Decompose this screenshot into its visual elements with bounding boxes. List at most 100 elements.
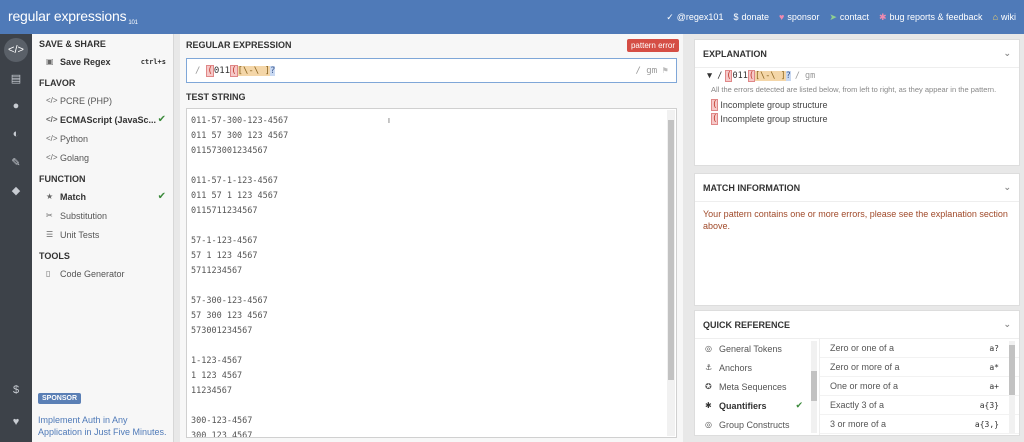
- regex-token-class: [\-\ ]: [237, 65, 271, 76]
- bug-report-link[interactable]: ✱ bug reports & feedback: [879, 12, 983, 23]
- anchor-icon: ⚓: [705, 363, 713, 372]
- code-icon: </>: [46, 153, 58, 162]
- test-string-line: 300 123 4567: [191, 431, 253, 438]
- test-string-line: [191, 159, 676, 174]
- quickref-token-row[interactable]: Exactly 3 of a a{3}: [820, 396, 1019, 415]
- flavor-ecmascript[interactable]: </> ECMAScript (JavaSc... ✔: [32, 110, 173, 129]
- function-match[interactable]: ★ Match ✔: [32, 187, 173, 206]
- save-regex-button[interactable]: ▣ Save Regex ctrl+s: [32, 52, 173, 71]
- quickref-group-constructs[interactable]: ◎ Group Constructs: [695, 415, 819, 434]
- chat-icon[interactable]: ◆: [4, 178, 28, 202]
- flag-icon[interactable]: ⚑: [663, 66, 668, 76]
- test-scrollbar[interactable]: [667, 110, 675, 436]
- flavor-python[interactable]: </> Python: [32, 129, 173, 148]
- user-icon[interactable]: ●: [4, 94, 28, 118]
- scrollbar-thumb[interactable]: [811, 371, 817, 401]
- contact-link[interactable]: ➤ contact: [829, 12, 869, 23]
- top-links: ✓ @regex101 $ donate ♥ sponsor ➤ contact ✱ bu…: [666, 12, 1016, 23]
- match-error-message: Your pattern contains one or more errors…: [703, 209, 1008, 231]
- top-bar: regular expressions 101 ✓ @regex101 $ donat…: [0, 0, 1024, 34]
- right-panel: EXPLANATION ⌄ ▼ / (011([\-\ ]? / gm All t…: [689, 34, 1024, 442]
- bug-icon: ✱: [878, 11, 887, 22]
- regex-input[interactable]: / ( 011 ( [\-\ ] ? / gm ⚑: [186, 58, 677, 83]
- regex-label: REGULAR EXPRESSION: [186, 40, 292, 50]
- left-panel: SAVE & SHARE ▣ Save Regex ctrl+s FLAVOR …: [32, 34, 174, 442]
- donate-link[interactable]: $ donate: [733, 12, 769, 22]
- quickref-meta-sequences[interactable]: ✪ Meta Sequences: [695, 377, 819, 396]
- lifebuoy-icon: ✪: [705, 382, 712, 391]
- library-icon[interactable]: ▤: [4, 66, 28, 90]
- quickref-general-tokens[interactable]: ◎ General Tokens: [695, 339, 819, 358]
- test-string-line: 011-57-300-123-4567: [191, 116, 289, 126]
- match-info-header[interactable]: MATCH INFORMATION ⌄: [695, 174, 1019, 202]
- pattern-error-badge: pattern error: [626, 39, 679, 52]
- flavor-pcre[interactable]: </> PCRE (PHP): [32, 91, 173, 110]
- site-logo[interactable]: regular expressions 101: [8, 8, 138, 26]
- wrench-icon[interactable]: ✎: [4, 150, 28, 174]
- twitter-icon: ✓: [666, 11, 674, 22]
- quickref-token-row[interactable]: Zero or one of a a?: [820, 339, 1019, 358]
- tools-heading: TOOLS: [39, 251, 70, 261]
- test-string-line: [191, 399, 676, 414]
- chevron-down-icon[interactable]: ⌄: [1003, 182, 1011, 193]
- function-unit-tests[interactable]: ☰ Unit Tests: [32, 225, 173, 244]
- bank-icon: ⌂: [992, 12, 998, 22]
- chevron-down-icon[interactable]: ⌄: [1003, 48, 1011, 59]
- quickref-quantifiers[interactable]: ✱ Quantifiers ✔: [695, 396, 819, 415]
- function-substitution[interactable]: ✂ Substitution: [32, 206, 173, 225]
- quick-reference-card: QUICK REFERENCE ⌄ ◎ General Tokens ⚓ Anchor…: [694, 310, 1020, 436]
- explanation-pattern-row[interactable]: ▼ / (011([\-\ ]? / gm: [695, 68, 1019, 82]
- quickref-token-row[interactable]: One or more of a a+: [820, 377, 1019, 396]
- sponsor-link[interactable]: ♥ sponsor: [779, 12, 819, 22]
- regex-token-quantifier: ?: [270, 65, 276, 76]
- test-string-line: [191, 339, 676, 354]
- test-string-line: 011573001234567: [191, 146, 268, 156]
- code-icon: </>: [46, 115, 58, 124]
- test-string-label: TEST STRING: [186, 92, 246, 102]
- heart-icon[interactable]: ♥: [4, 410, 28, 434]
- scrollbar-thumb[interactable]: [668, 120, 674, 380]
- save-share-heading: SAVE & SHARE: [39, 39, 106, 49]
- target-icon: ◎: [705, 344, 712, 353]
- quickref-token-row[interactable]: 3 or more of a a{3,}: [820, 415, 1019, 434]
- dollar-icon[interactable]: $: [4, 378, 28, 402]
- match-info-card: MATCH INFORMATION ⌄ Your pattern contains…: [694, 173, 1020, 306]
- heart-icon: ♥: [779, 12, 785, 22]
- save-icon: ▣: [46, 57, 54, 66]
- quickref-anchors[interactable]: ⚓ Anchors: [695, 358, 819, 377]
- explanation-note: All the errors detected are listed below…: [711, 85, 997, 94]
- wiki-link[interactable]: ⌂ wiki: [993, 12, 1016, 22]
- regex-icon[interactable]: </>: [4, 38, 28, 62]
- gamepad-icon[interactable]: ◐: [4, 122, 28, 146]
- icon-rail: </> ▤ ● ◐ ✎ ◆ $ ♥: [0, 34, 32, 442]
- test-string-line: 1-123-4567: [191, 356, 243, 366]
- scissors-icon: ✂: [46, 211, 53, 220]
- test-string-line: [191, 219, 676, 234]
- test-string-line: 5711234567: [191, 266, 243, 276]
- function-heading: FUNCTION: [39, 174, 86, 184]
- quickref-categories: ◎ General Tokens ⚓ Anchors ✪ Meta Sequences…: [695, 339, 820, 435]
- sponsor-link-text[interactable]: Implement Auth in Any Application in Jus…: [38, 414, 170, 438]
- regex-delimiter: /: [195, 65, 201, 76]
- error-item: (Incomplete group structure: [711, 99, 828, 111]
- flavor-heading: FLAVOR: [39, 78, 76, 88]
- quick-reference-header[interactable]: QUICK REFERENCE ⌄: [695, 311, 1019, 339]
- test-string-line: [191, 279, 676, 294]
- flavor-golang[interactable]: </> Golang: [32, 148, 173, 167]
- test-string-line: 1 123 4567: [191, 371, 243, 381]
- document-icon: ▯: [46, 269, 51, 278]
- error-item: (Incomplete group structure: [711, 113, 828, 125]
- tool-code-generator[interactable]: ▯ Code Generator: [32, 264, 173, 283]
- explanation-header[interactable]: EXPLANATION ⌄: [695, 40, 1019, 68]
- quickref-tokens-scrollbar[interactable]: [1009, 341, 1015, 433]
- quickref-categories-scrollbar[interactable]: [811, 341, 817, 433]
- test-string-textarea[interactable]: 011-57-300-123-4567 011 57 300 123 4567 01…: [186, 108, 677, 438]
- regex-flags[interactable]: / gm ⚑: [635, 66, 668, 76]
- twitter-link[interactable]: ✓ @regex101: [666, 12, 723, 23]
- quickref-token-row[interactable]: Zero or more of a a*: [820, 358, 1019, 377]
- check-icon: ✔: [157, 191, 166, 202]
- scrollbar-thumb[interactable]: [1009, 345, 1015, 395]
- test-string-line: 011 57 300 123 4567: [191, 131, 289, 141]
- chevron-down-icon[interactable]: ⌄: [1003, 319, 1011, 330]
- test-string-line: 573001234567: [191, 326, 253, 336]
